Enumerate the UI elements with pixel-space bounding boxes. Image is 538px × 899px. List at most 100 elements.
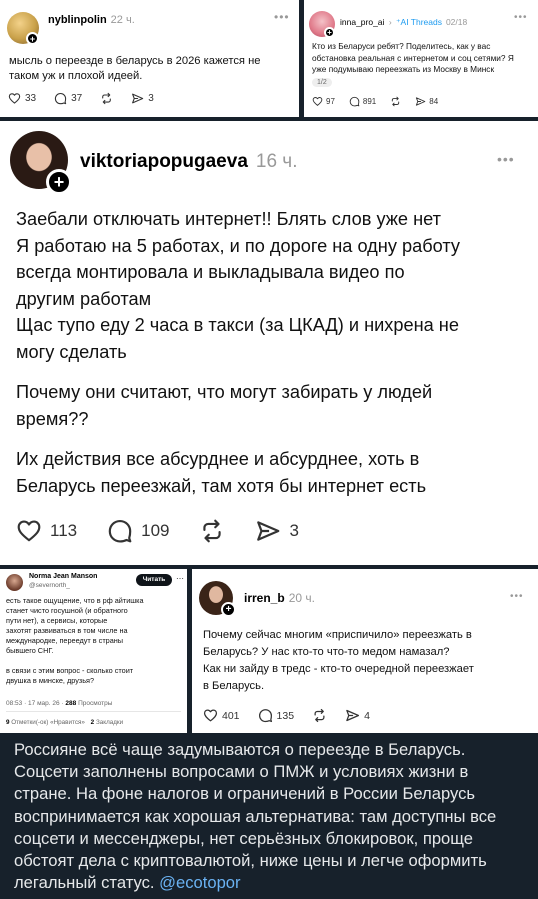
author-handle[interactable]: @severnorth_ [29,582,70,589]
like-button[interactable]: 33 [8,92,36,105]
like-button[interactable]: 401 [203,708,240,723]
post-time: 20 ч. [288,591,315,605]
comment-icon [349,96,360,107]
text-line: Щас тупо еду 2 часа в такси (за ЦКАД) и … [16,315,459,335]
post-card-inna-pro-ai[interactable]: + inna_pro_ai › ⁺AI Threads 02/18 ••• Кто… [304,0,538,117]
post-card-norma-jean-manson[interactable]: Norma Jean Manson @severnorth_ Читать ⋯ … [0,569,187,733]
post-card-nyblinpolin[interactable]: + nyblinpolin 22 ч. ••• мысль о переезде … [0,0,299,117]
share-button[interactable]: 4 [345,708,370,723]
post-actions: 113 109 3 [16,518,299,544]
topic-tag[interactable]: ⁺AI Threads [396,17,442,27]
more-options-icon[interactable]: ••• [510,591,524,602]
text-line: бывшего СНГ. [6,646,54,655]
text-line: Почему сейчас многим «приспичило» переез… [203,629,472,641]
username[interactable]: viktoriapopugaeva 16 ч. [80,151,297,173]
heart-icon [16,518,42,544]
heart-icon [312,96,323,107]
repost-icon [312,708,327,723]
likes-count: 9 [6,719,10,726]
more-options-icon[interactable]: ••• [497,151,515,167]
repost-icon [100,92,113,105]
like-button[interactable]: 97 [312,96,335,107]
post-actions: 401 135 4 [203,708,370,723]
text-line: есть такое ощущение, что в рф айтишка [6,596,144,605]
likes-label: Отметки(-ок) «Нравится» [11,719,85,726]
comment-button[interactable]: 135 [258,708,294,723]
username[interactable]: irren_b 20 ч. [244,591,315,605]
comment-count: 109 [141,521,170,540]
share-button[interactable]: 3 [255,518,299,544]
tweet-timestamp[interactable]: 08:53 · 17 мар. 26 · [6,700,64,707]
post-text: мысль о переезде в беларусь в 2026 кажет… [9,54,294,83]
share-icon [131,92,144,105]
repost-icon [390,96,401,107]
more-options-icon[interactable]: ••• [274,10,290,24]
text-line: пути нет), а сервисы, которые [6,616,108,625]
read-button[interactable]: Читать [136,574,172,586]
heart-icon [8,92,21,105]
post-actions: 33 37 3 [8,92,154,105]
repost-button[interactable] [312,708,327,723]
share-icon [415,96,426,107]
follow-plus-icon[interactable]: + [324,27,335,38]
repost-button[interactable] [100,92,113,105]
author-name[interactable]: Norma Jean Manson [29,573,97,580]
follow-plus-icon[interactable]: + [46,169,72,195]
follow-plus-icon[interactable]: + [221,602,236,617]
text-line: всегда монтировала и выкладывала видео п… [16,262,405,282]
share-count: 3 [289,521,299,540]
post-card-irren-b[interactable]: + irren_b 20 ч. ••• Почему сейчас многим … [192,569,538,733]
post-card-viktoriapopugaeva[interactable]: + viktoriapopugaeva 16 ч. ••• Заебали отк… [0,121,538,565]
tweet-meta: 08:53 · 17 мар. 26 · 288 Просмотры [6,700,112,707]
like-count: 401 [222,709,240,722]
divider [6,711,181,712]
bookmarks-label: Закладки [95,719,124,726]
share-button[interactable]: 3 [131,92,154,105]
more-options-icon[interactable]: ⋯ [176,574,184,583]
username-text[interactable]: viktoriapopugaeva [80,151,248,172]
username-text[interactable]: irren_b [244,591,285,605]
comment-button[interactable]: 891 [349,96,376,107]
share-button[interactable]: 84 [415,96,438,107]
text-line: Кто из Беларуси ребят? Поделитесь, как у… [312,41,491,51]
channel-message: Россияне всё чаще задумываются о переезд… [0,733,538,899]
post-time: 02/18 [445,17,468,27]
text-line: могу сделать [16,341,127,362]
post-time: 22 ч. [110,14,135,26]
repost-icon [199,518,225,544]
share-count: 84 [429,97,439,106]
comment-icon [107,518,133,544]
bookmarks-count: 2 [90,719,95,726]
username[interactable]: inna_pro_ai › ⁺AI Threads 02/18 [340,17,467,28]
bookmarks-stat[interactable]: 2 Закладки [91,719,124,726]
channel-mention-link[interactable]: @ecotopor [159,873,240,892]
message-text: Россияне всё чаще задумываются о переезд… [14,739,526,894]
comment-count: 37 [71,93,83,104]
post-time: 16 ч. [255,151,298,172]
repost-button[interactable] [199,518,225,544]
heart-icon [203,708,218,723]
like-count: 97 [326,97,335,106]
post-actions: 97 891 84 [312,96,438,107]
repost-button[interactable] [390,96,401,107]
post-text: есть такое ощущение, что в рф айтишка ст… [6,596,184,686]
username-text[interactable]: inna_pro_ai [340,17,384,27]
topic-label[interactable]: AI Threads [401,17,442,27]
share-icon [345,708,360,723]
text-line: уже подумываю переезжать из Москву в Мин… [312,64,495,74]
text-line: захотят развиваться в том числе на [6,626,128,635]
avatar[interactable] [6,574,23,591]
post-text: Кто из Беларуси ребят? Поделитесь, как у… [312,41,536,76]
like-button[interactable]: 113 [16,518,77,544]
media-pager: 1/2 [312,78,332,87]
comment-button[interactable]: 37 [54,92,82,105]
likes-stat[interactable]: 9 Отметки(-ок) «Нравится» [6,719,85,726]
username-text[interactable]: nyblinpolin [48,14,107,26]
views-count: 288 [65,700,77,707]
text-line: Как ни зайду в тредс - кто-то очередной … [203,663,474,675]
more-options-icon[interactable]: ••• [514,12,528,23]
comment-button[interactable]: 109 [107,518,169,544]
follow-plus-icon[interactable]: + [26,32,39,45]
text-line: в связи с этим вопрос - сколько стоит [6,666,134,675]
username[interactable]: nyblinpolin 22 ч. [48,14,135,26]
